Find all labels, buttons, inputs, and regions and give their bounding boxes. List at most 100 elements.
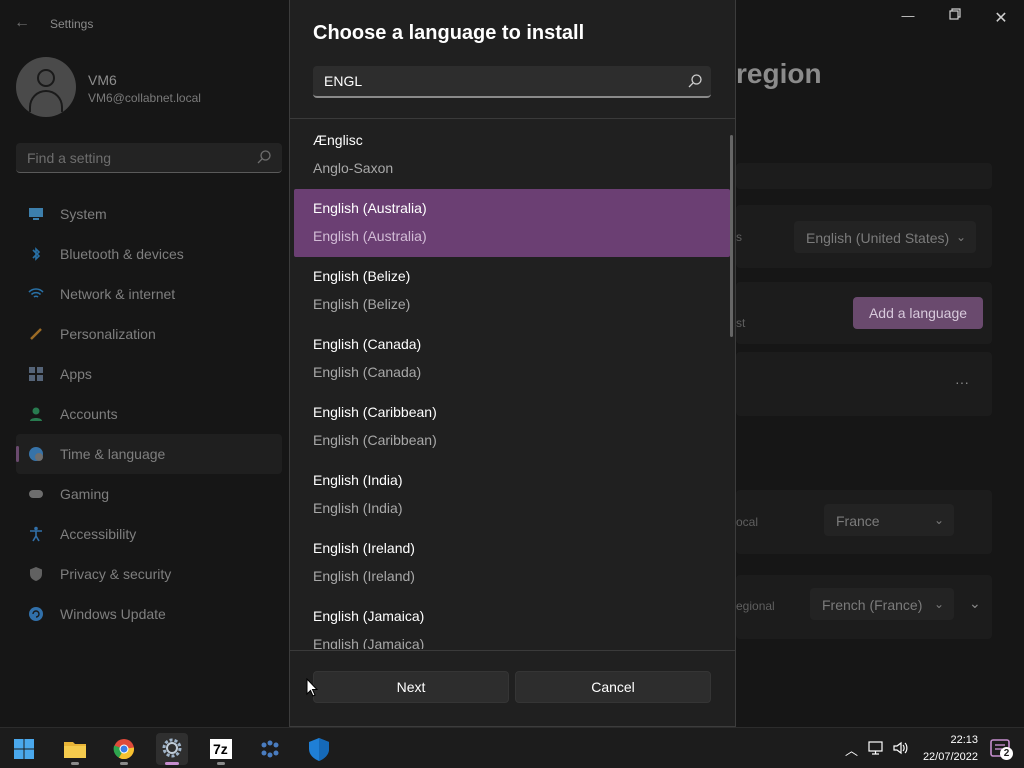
more-options-icon[interactable]: ··· <box>955 374 969 390</box>
gamepad-icon <box>28 486 44 502</box>
language-search-input[interactable] <box>313 66 673 96</box>
display-language-dropdown[interactable]: English (United States) ⌄ <box>794 221 976 253</box>
language-search-box[interactable] <box>313 66 711 98</box>
windows-start-icon[interactable] <box>8 733 40 765</box>
sidebar-item-bluetooth-devices[interactable]: Bluetooth & devices <box>16 234 282 274</box>
language-english-name: English (India) <box>313 500 403 516</box>
person-icon <box>28 406 44 422</box>
shield-icon <box>28 566 44 582</box>
language-english-name: English (Caribbean) <box>313 432 437 448</box>
language-list-item[interactable]: English (Australia) English (Australia) <box>294 189 730 257</box>
country-card: ocal France ⌄ <box>736 490 992 554</box>
language-native-name: English (Australia) <box>313 200 427 216</box>
add-language-button[interactable]: Add a language <box>853 297 983 329</box>
sidebar-item-label: Apps <box>60 366 92 382</box>
taskbar: 7z ︿ 22:13 22/07/2022 2 <box>0 727 1024 768</box>
volume-icon[interactable] <box>892 740 910 756</box>
monitor-icon <box>28 206 44 222</box>
language-list-item[interactable]: English (Ireland) English (Ireland) <box>294 529 730 597</box>
bluetooth-icon <box>28 246 44 262</box>
wifi-icon <box>28 286 44 302</box>
language-list-item[interactable]: Ænglisc Anglo-Saxon <box>294 121 730 189</box>
chrome-icon[interactable] <box>108 733 140 765</box>
gear-icon[interactable] <box>156 733 188 765</box>
page-title: region <box>736 58 822 89</box>
language-english-name: English (Ireland) <box>313 568 415 584</box>
dialog-title: Choose a language to install <box>313 22 585 44</box>
notification-count-badge: 2 <box>1000 747 1013 760</box>
sidebar-item-label: Personalization <box>60 326 156 342</box>
sidebar-item-label: Bluetooth & devices <box>60 246 184 262</box>
windows-display-language-card: s English (United States) ⌄ <box>736 205 992 268</box>
language-list-item[interactable]: English (India) English (India) <box>294 461 730 529</box>
cancel-button[interactable]: Cancel <box>515 671 711 703</box>
mouse-cursor-icon <box>306 678 318 697</box>
user-email: VM6@collabnet.local <box>88 91 201 105</box>
sidebar-item-label: Gaming <box>60 486 110 502</box>
language-english-name: English (Canada) <box>313 364 422 380</box>
language-native-name: English (Canada) <box>313 336 422 352</box>
sidebar-item-windows-update[interactable]: Windows Update <box>16 594 282 634</box>
sidebar-item-label: Time & language <box>60 446 166 462</box>
sidebar-item-label: Network & internet <box>60 286 176 302</box>
choose-language-dialog: Choose a language to install Ænglisc Angl… <box>289 0 736 727</box>
sidebar-item-apps[interactable]: Apps <box>16 354 282 394</box>
clock-time[interactable]: 22:13 <box>928 734 978 746</box>
language-native-name: English (Ireland) <box>313 540 415 556</box>
find-setting-placeholder: Find a setting <box>27 150 112 166</box>
sidebar-item-label: Windows Update <box>60 606 166 622</box>
7zip-label: 7z <box>213 741 228 757</box>
back-arrow-icon[interactable]: ← <box>14 14 30 32</box>
language-english-name: English (Belize) <box>313 296 411 312</box>
regional-format-value: French (France) <box>822 597 923 613</box>
expand-chevron-icon[interactable]: ⌄ <box>969 595 981 612</box>
language-native-name: English (India) <box>313 472 403 488</box>
sidebar-item-gaming[interactable]: Gaming <box>16 474 282 514</box>
network-grid-icon[interactable] <box>254 733 286 765</box>
user-name: VM6 <box>88 72 117 88</box>
clock-date[interactable]: 22/07/2022 <box>913 751 978 763</box>
network-icon[interactable] <box>867 740 885 756</box>
sidebar-item-network-internet[interactable]: Network & internet <box>16 274 282 314</box>
sidebar-item-label: System <box>60 206 107 222</box>
sidebar-nav: System Bluetooth & devices Network & inter… <box>16 194 282 634</box>
display-language-value: English (United States) <box>806 230 950 246</box>
chevron-down-icon: ⌄ <box>933 597 944 611</box>
list-scrollbar[interactable] <box>730 135 733 337</box>
find-setting-input[interactable]: Find a setting <box>16 143 282 173</box>
language-list: Ænglisc Anglo-Saxon English (Australia) Eng… <box>294 121 730 649</box>
close-icon[interactable]: ✕ <box>986 8 1016 27</box>
country-dropdown[interactable]: France ⌄ <box>824 504 954 536</box>
sidebar-item-privacy-security[interactable]: Privacy & security <box>16 554 282 594</box>
minimize-icon[interactable]: — <box>893 8 923 26</box>
restore-icon[interactable] <box>940 8 970 26</box>
chevron-up-icon[interactable]: ︿ <box>845 740 858 759</box>
language-english-name: Anglo-Saxon <box>313 160 394 176</box>
notification-icon[interactable]: 2 <box>990 738 1013 760</box>
sidebar-item-personalization[interactable]: Personalization <box>16 314 282 354</box>
language-list-item[interactable]: English (Belize) English (Belize) <box>294 257 730 325</box>
language-list-item[interactable]: English (Canada) English (Canada) <box>294 325 730 393</box>
language-list-item[interactable]: English (Jamaica) English (Jamaica) <box>294 597 730 649</box>
language-english-name: English (Australia) <box>313 228 427 244</box>
regional-format-dropdown[interactable]: French (France) ⌄ <box>810 588 954 620</box>
7zip-icon[interactable]: 7z <box>205 733 237 765</box>
language-native-name: English (Caribbean) <box>313 404 437 420</box>
language-native-name: English (Belize) <box>313 268 411 284</box>
country-label: ocal <box>736 515 759 529</box>
app-title: Settings <box>50 17 94 31</box>
sidebar-item-system[interactable]: System <box>16 194 282 234</box>
shield-icon[interactable] <box>303 733 335 765</box>
sidebar-item-accounts[interactable]: Accounts <box>16 394 282 434</box>
sidebar-item-accessibility[interactable]: Accessibility <box>16 514 282 554</box>
sidebar-item-label: Privacy & security <box>60 566 172 582</box>
divider <box>290 118 735 119</box>
language-list-item[interactable]: English (Caribbean) English (Caribbean) <box>294 393 730 461</box>
next-button[interactable]: Next <box>313 671 509 703</box>
card <box>736 163 992 189</box>
sidebar-item-time-language[interactable]: Time & language <box>16 434 282 474</box>
language-english-name: English (Jamaica) <box>313 636 425 649</box>
chevron-down-icon: ⌄ <box>955 230 966 244</box>
divider <box>290 650 735 651</box>
folder-icon[interactable] <box>59 733 91 765</box>
